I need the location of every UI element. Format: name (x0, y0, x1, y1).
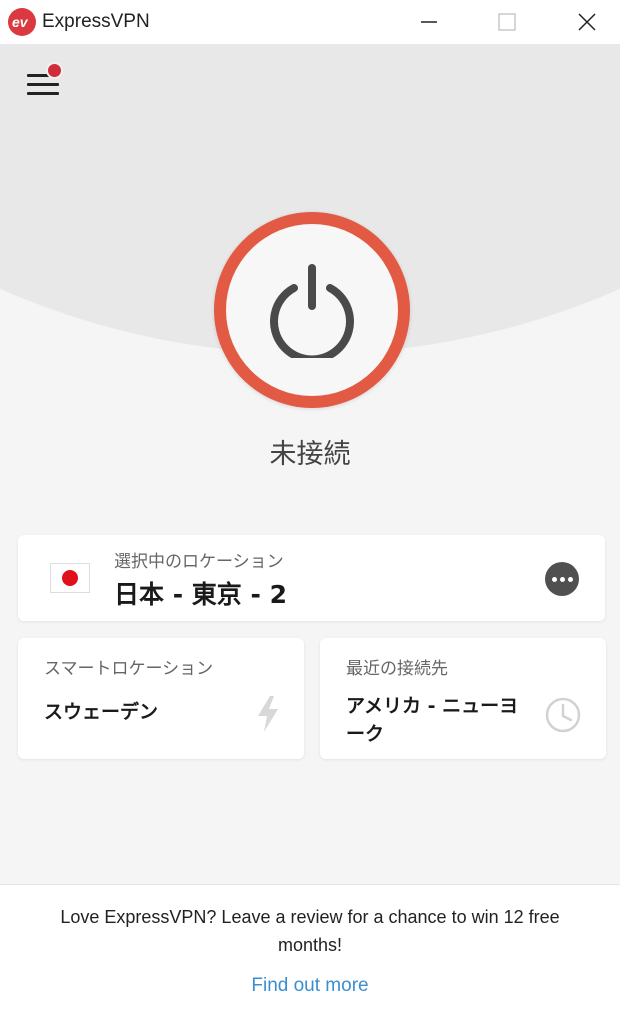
maximize-button[interactable] (484, 0, 530, 44)
smart-location-card[interactable]: スマートロケーション スウェーデン (18, 638, 304, 759)
clock-icon (545, 697, 581, 733)
title-bar: ev ExpressVPN (0, 0, 620, 44)
smart-location-label: スマートロケーション (44, 659, 214, 679)
expressvpn-logo-icon: ev (8, 8, 36, 36)
lightning-icon (258, 696, 278, 732)
connect-button[interactable] (214, 212, 410, 408)
find-out-more-link[interactable]: Find out more (0, 975, 620, 997)
connection-status: 未接続 (269, 439, 351, 470)
power-icon (270, 264, 354, 358)
svg-text:ev: ev (12, 14, 29, 30)
close-icon (578, 13, 596, 31)
japan-flag-icon (50, 563, 90, 593)
selected-location-label: 選択中のロケーション (114, 552, 284, 572)
main-panel: 未接続 選択中のロケーション 日本 - 東京 - 2 スマートロケーション スウ… (0, 44, 620, 884)
maximize-icon (498, 13, 516, 31)
minimize-button[interactable] (406, 0, 452, 44)
selected-location-card[interactable]: 選択中のロケーション 日本 - 東京 - 2 (18, 535, 605, 621)
window-title: ExpressVPN (42, 11, 150, 32)
recent-location-value: アメリカ - ニューヨーク (346, 695, 519, 745)
smart-location-value: スウェーデン (44, 701, 159, 723)
minimize-icon (421, 21, 437, 23)
notification-dot (46, 62, 63, 79)
menu-button[interactable] (24, 62, 64, 100)
recent-location-label: 最近の接続先 (346, 659, 448, 679)
review-message: Love ExpressVPN? Leave a review for a ch… (60, 907, 560, 955)
review-banner: Love ExpressVPN? Leave a review for a ch… (0, 884, 620, 1024)
close-button[interactable] (564, 0, 610, 44)
more-options-icon[interactable] (545, 562, 579, 596)
recent-location-card[interactable]: 最近の接続先 アメリカ - ニューヨーク (320, 638, 606, 759)
selected-location-value: 日本 - 東京 - 2 (114, 580, 287, 609)
